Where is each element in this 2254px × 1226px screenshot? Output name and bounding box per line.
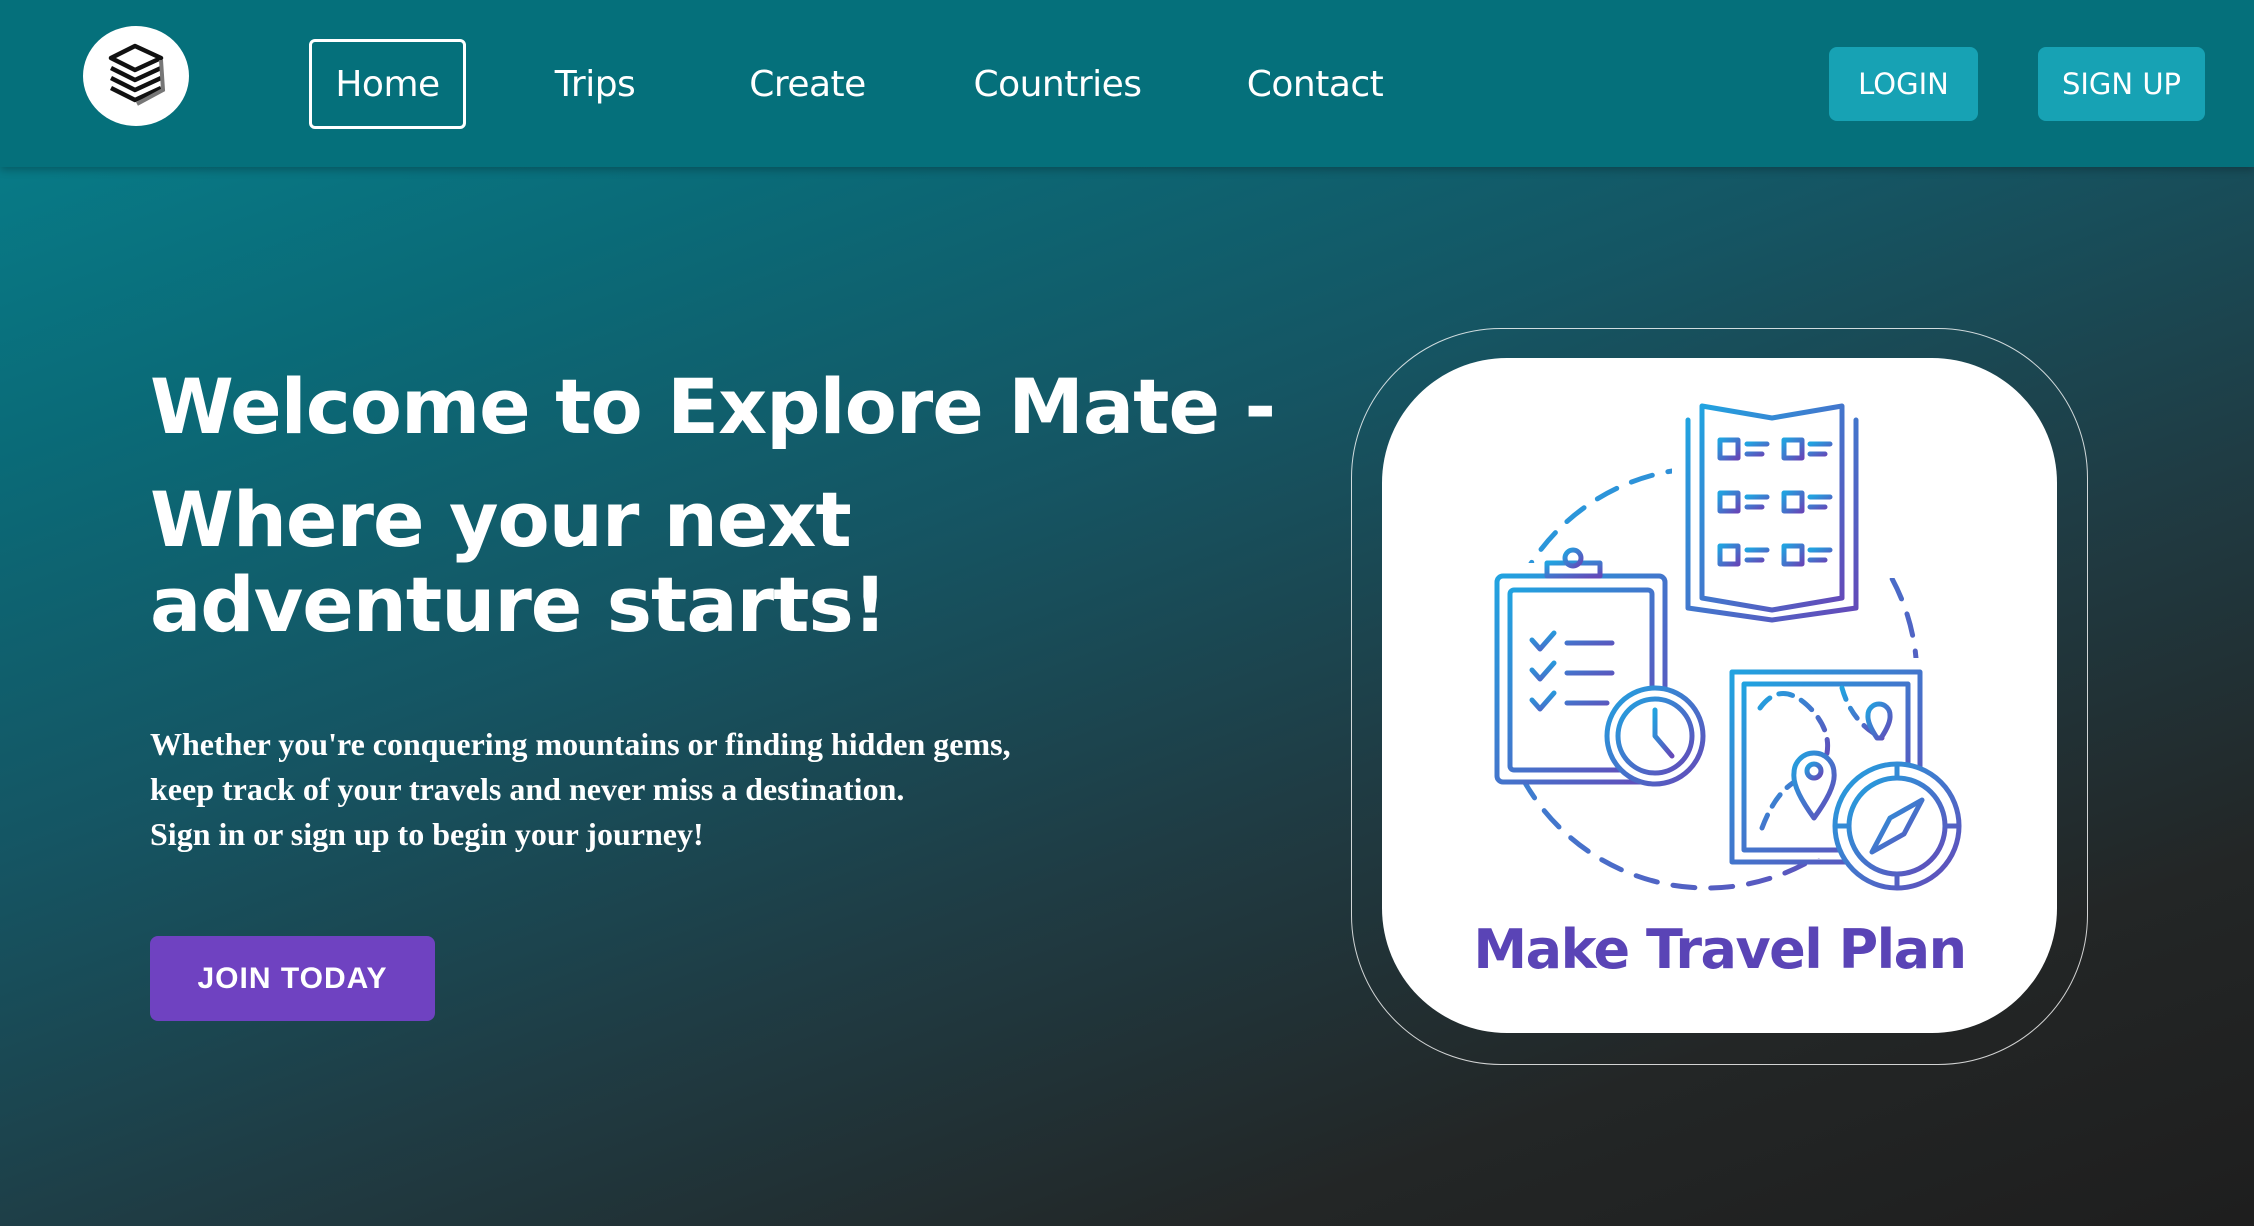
clock-icon [1604, 685, 1706, 787]
hero-desc-line2: keep track of your travels and never mis… [150, 771, 905, 807]
hero-desc-line3: Sign in or sign up to begin your journey… [150, 816, 704, 852]
hero-title-line3: adventure starts! [150, 560, 887, 649]
nav-link-home[interactable]: Home [309, 39, 466, 129]
hero-title-line2: Where your next [150, 475, 852, 564]
top-navbar: Home Trips Create Countries Contact LOGI… [0, 0, 2254, 167]
layers-logo-icon[interactable] [83, 26, 189, 126]
nav-link-create[interactable]: Create [745, 39, 870, 129]
nav-link-contact[interactable]: Contact [1245, 39, 1385, 129]
signup-button[interactable]: SIGN UP [2038, 47, 2205, 121]
login-button[interactable]: LOGIN [1829, 47, 1978, 121]
illustration-caption: Make Travel Plan [1473, 918, 1967, 981]
join-today-button[interactable]: JOIN TODAY [150, 936, 435, 1021]
compass-icon [1832, 761, 1962, 891]
hero-description: Whether you're conquering mountains or f… [150, 722, 1011, 857]
nav-link-trips[interactable]: Trips [540, 39, 650, 129]
hero-desc-line1: Whether you're conquering mountains or f… [150, 726, 1011, 762]
nav-link-countries[interactable]: Countries [973, 39, 1142, 129]
hero-title-line1: Welcome to Explore Mate - [150, 362, 1276, 451]
